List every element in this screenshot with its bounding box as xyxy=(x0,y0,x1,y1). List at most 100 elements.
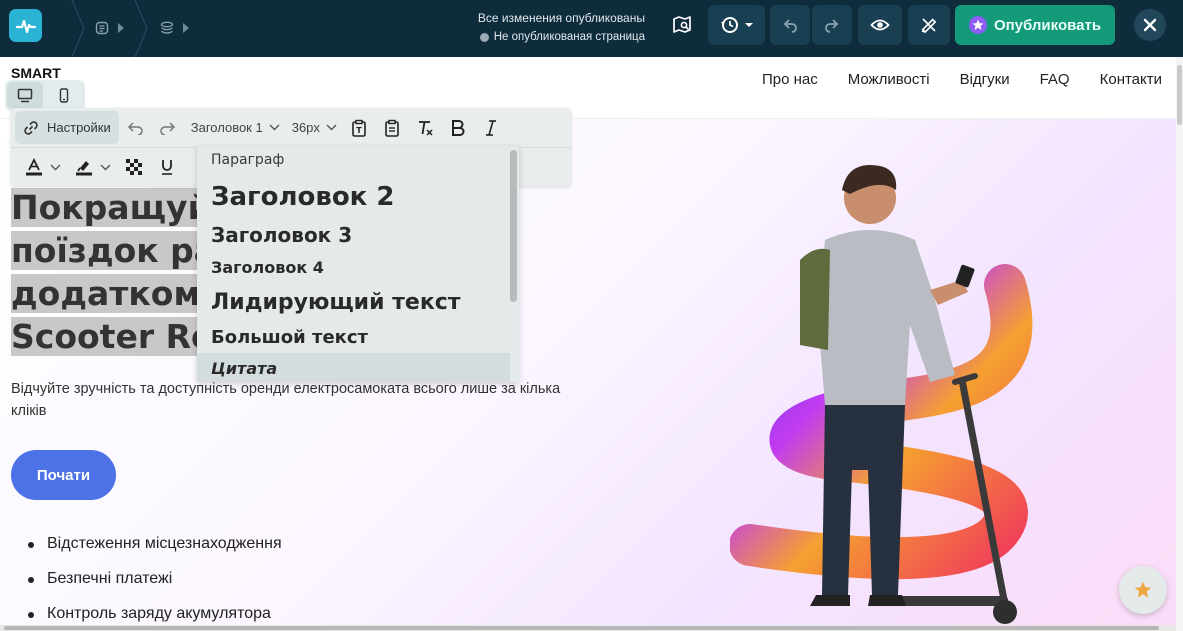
hero-subtitle[interactable]: Відчуйте зручність та доступність оренди… xyxy=(11,378,571,422)
caret-right-icon xyxy=(118,23,124,33)
preview-button[interactable] xyxy=(858,5,902,45)
chevron-down-icon xyxy=(269,124,280,131)
settings-label: Настройки xyxy=(47,120,111,135)
hero-title-line: Scooter Re xyxy=(11,317,214,356)
italic-button[interactable] xyxy=(475,111,508,144)
chevron-down-icon xyxy=(744,23,753,27)
block-type-dropdown: Параграф Заголовок 2 Заголовок 3 Заголов… xyxy=(197,146,519,382)
bold-icon xyxy=(452,119,465,136)
svg-text:T: T xyxy=(357,126,363,135)
undo-button[interactable] xyxy=(770,5,810,45)
caret-right-icon xyxy=(183,23,189,33)
horizontal-scrollbar[interactable] xyxy=(0,625,1176,631)
breadcrumb-layers[interactable] xyxy=(160,18,190,38)
font-size-select[interactable]: 36px xyxy=(286,111,343,144)
page-icon xyxy=(95,21,109,35)
publish-button[interactable]: Опубликовать xyxy=(955,5,1115,45)
start-button-label: Почати xyxy=(36,466,91,484)
app-logo-button[interactable] xyxy=(9,9,42,42)
device-switcher xyxy=(5,80,85,111)
nav-link-faq[interactable]: FAQ xyxy=(1040,71,1070,88)
history-icon xyxy=(720,17,738,33)
dropdown-scrollbar[interactable] xyxy=(510,150,517,302)
underline-button[interactable] xyxy=(150,151,183,184)
redo-icon xyxy=(825,19,839,33)
settings-button[interactable]: Настройки xyxy=(15,111,119,144)
mobile-icon xyxy=(59,88,69,103)
close-icon xyxy=(1143,18,1157,32)
underline-icon xyxy=(161,160,172,175)
background-button[interactable] xyxy=(117,151,150,184)
close-editor-button[interactable] xyxy=(1134,9,1166,41)
redo-icon xyxy=(160,121,176,135)
chevron-down-icon[interactable] xyxy=(50,164,61,171)
text-color-icon xyxy=(25,158,42,176)
chevron-down-icon xyxy=(326,124,337,131)
history-button[interactable] xyxy=(708,5,765,45)
clear-format-button[interactable] xyxy=(409,111,442,144)
site-nav-links: Про нас Можливості Відгуки FAQ Контакти xyxy=(762,71,1162,88)
clipboard-text-icon: T xyxy=(352,119,367,137)
site-brand[interactable]: SMART xyxy=(11,65,61,81)
breadcrumb-separator xyxy=(71,0,85,57)
nav-link-reviews[interactable]: Відгуки xyxy=(960,71,1010,88)
text-color-button[interactable] xyxy=(17,151,50,184)
dropdown-option-large-text[interactable]: Большой текст xyxy=(197,323,510,352)
favorite-fab-button[interactable] xyxy=(1119,566,1167,614)
undo-icon xyxy=(128,121,143,135)
scrollbar-thumb[interactable] xyxy=(1177,65,1182,125)
link-icon xyxy=(24,120,38,135)
block-type-select[interactable]: Заголовок 1 xyxy=(185,111,286,144)
feature-item[interactable]: Безпечні платежі xyxy=(28,570,282,605)
publish-label: Опубликовать xyxy=(993,16,1102,34)
dropdown-option-heading-3[interactable]: Заголовок 3 xyxy=(197,220,510,250)
bold-button[interactable] xyxy=(442,111,475,144)
dropdown-option-lead-text[interactable]: Лидирующий текст xyxy=(197,285,510,320)
feature-item[interactable]: Відстеження місцезнаходження xyxy=(28,535,282,570)
status-dot xyxy=(479,33,489,42)
chevron-down-icon[interactable] xyxy=(100,164,111,171)
hero-title-line: поїздок ра xyxy=(11,231,217,270)
dropdown-option-paragraph[interactable]: Параграф xyxy=(197,146,510,174)
dropdown-option-quote[interactable]: Цитата xyxy=(197,353,510,382)
design-tools-button[interactable] xyxy=(908,5,950,45)
breadcrumb-page[interactable] xyxy=(95,18,125,38)
block-type-value: Заголовок 1 xyxy=(190,120,263,135)
map-search-icon xyxy=(673,16,691,33)
paste-text-button[interactable]: T xyxy=(343,111,376,144)
pulse-icon xyxy=(15,19,36,33)
design-tools-icon xyxy=(921,18,937,34)
nav-link-features[interactable]: Можливості xyxy=(848,71,930,88)
status-unpublished-text: Не опубликованая страница xyxy=(493,31,645,43)
map-search-button[interactable] xyxy=(662,5,702,45)
nav-link-contacts[interactable]: Контакти xyxy=(1100,71,1162,88)
dropdown-option-heading-4[interactable]: Заголовок 4 xyxy=(197,254,510,280)
text-redo-button[interactable] xyxy=(152,111,185,144)
checker-icon xyxy=(125,159,142,175)
toolbar-row-1: Настройки Заголовок 1 36px T xyxy=(11,108,508,147)
undo-icon xyxy=(783,19,797,33)
breadcrumb-separator xyxy=(134,0,148,57)
desktop-icon xyxy=(17,88,33,103)
start-button[interactable]: Почати xyxy=(11,450,116,500)
page-scrollbar[interactable] xyxy=(1176,57,1183,631)
status-published-text: Все изменения опубликованы xyxy=(477,11,645,25)
eye-icon xyxy=(870,19,890,31)
dropdown-option-heading-2[interactable]: Заголовок 2 xyxy=(197,177,510,217)
text-undo-button[interactable] xyxy=(119,111,152,144)
desktop-view-button[interactable] xyxy=(7,82,43,109)
highlight-color-button[interactable] xyxy=(67,151,100,184)
mobile-view-button[interactable] xyxy=(46,82,82,109)
marker-icon xyxy=(75,161,92,176)
clear-format-icon xyxy=(419,120,433,136)
nav-link-about[interactable]: Про нас xyxy=(762,71,818,88)
italic-icon xyxy=(486,119,497,136)
paste-button[interactable] xyxy=(376,111,409,144)
publish-status: Все изменения опубликованы Не опубликова… xyxy=(478,9,645,47)
editor-topbar: Все изменения опубликованы Не опубликова… xyxy=(0,0,1183,57)
feature-list: Відстеження місцезнаходження Безпечні пл… xyxy=(28,535,282,631)
clipboard-icon xyxy=(385,119,400,137)
redo-button[interactable] xyxy=(812,5,852,45)
font-size-value: 36px xyxy=(291,120,320,135)
scrollbar-thumb[interactable] xyxy=(4,626,1159,630)
